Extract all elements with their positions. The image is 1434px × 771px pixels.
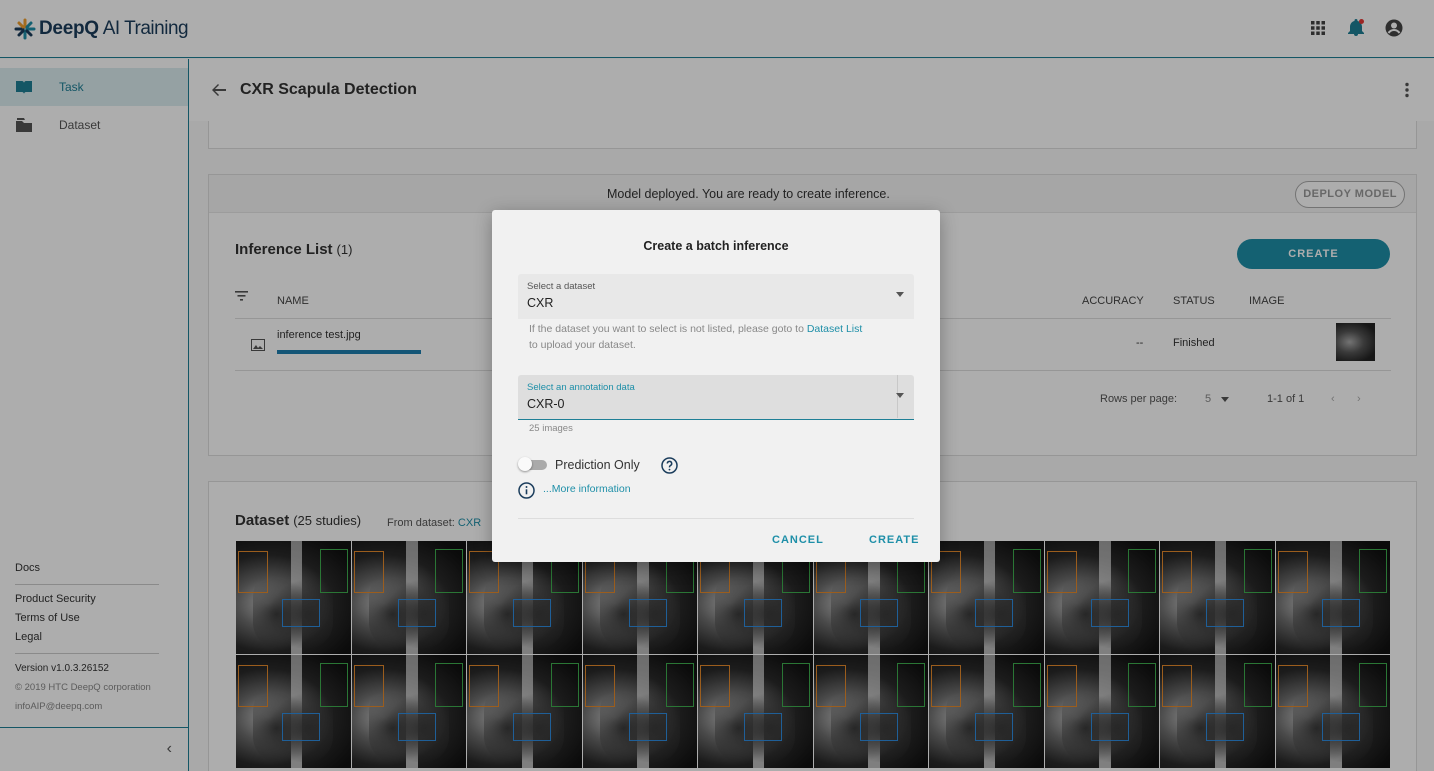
dialog-title: Create a batch inference <box>643 239 789 253</box>
divider <box>518 518 914 519</box>
dataset-list-link[interactable]: Dataset List <box>807 323 862 335</box>
create-button[interactable]: CREATE <box>869 534 919 546</box>
dataset-select[interactable]: Select a dataset CXR <box>518 274 914 319</box>
annotation-select[interactable]: Select an annotation data CXR-0 <box>518 375 914 420</box>
info-icon <box>518 482 535 499</box>
dataset-select-label: Select a dataset <box>527 281 596 292</box>
dataset-select-value: CXR <box>527 296 554 310</box>
annotation-select-value: CXR-0 <box>527 397 565 411</box>
prediction-only-label: Prediction Only <box>555 458 640 472</box>
dropdown-arrow-icon <box>896 393 904 398</box>
dropdown-arrow-icon <box>896 292 904 297</box>
annotation-select-label: Select an annotation data <box>527 382 635 393</box>
dataset-help-text: If the dataset you want to select is not… <box>529 323 863 351</box>
batch-inference-dialog: Create a batch inference Select a datase… <box>492 210 940 562</box>
more-information-link[interactable]: ...More information <box>543 483 631 495</box>
cancel-button[interactable]: CANCEL <box>772 534 824 546</box>
prediction-only-toggle[interactable] <box>518 457 547 471</box>
help-icon[interactable] <box>661 457 678 474</box>
annotation-help-text: 25 images <box>529 423 573 434</box>
